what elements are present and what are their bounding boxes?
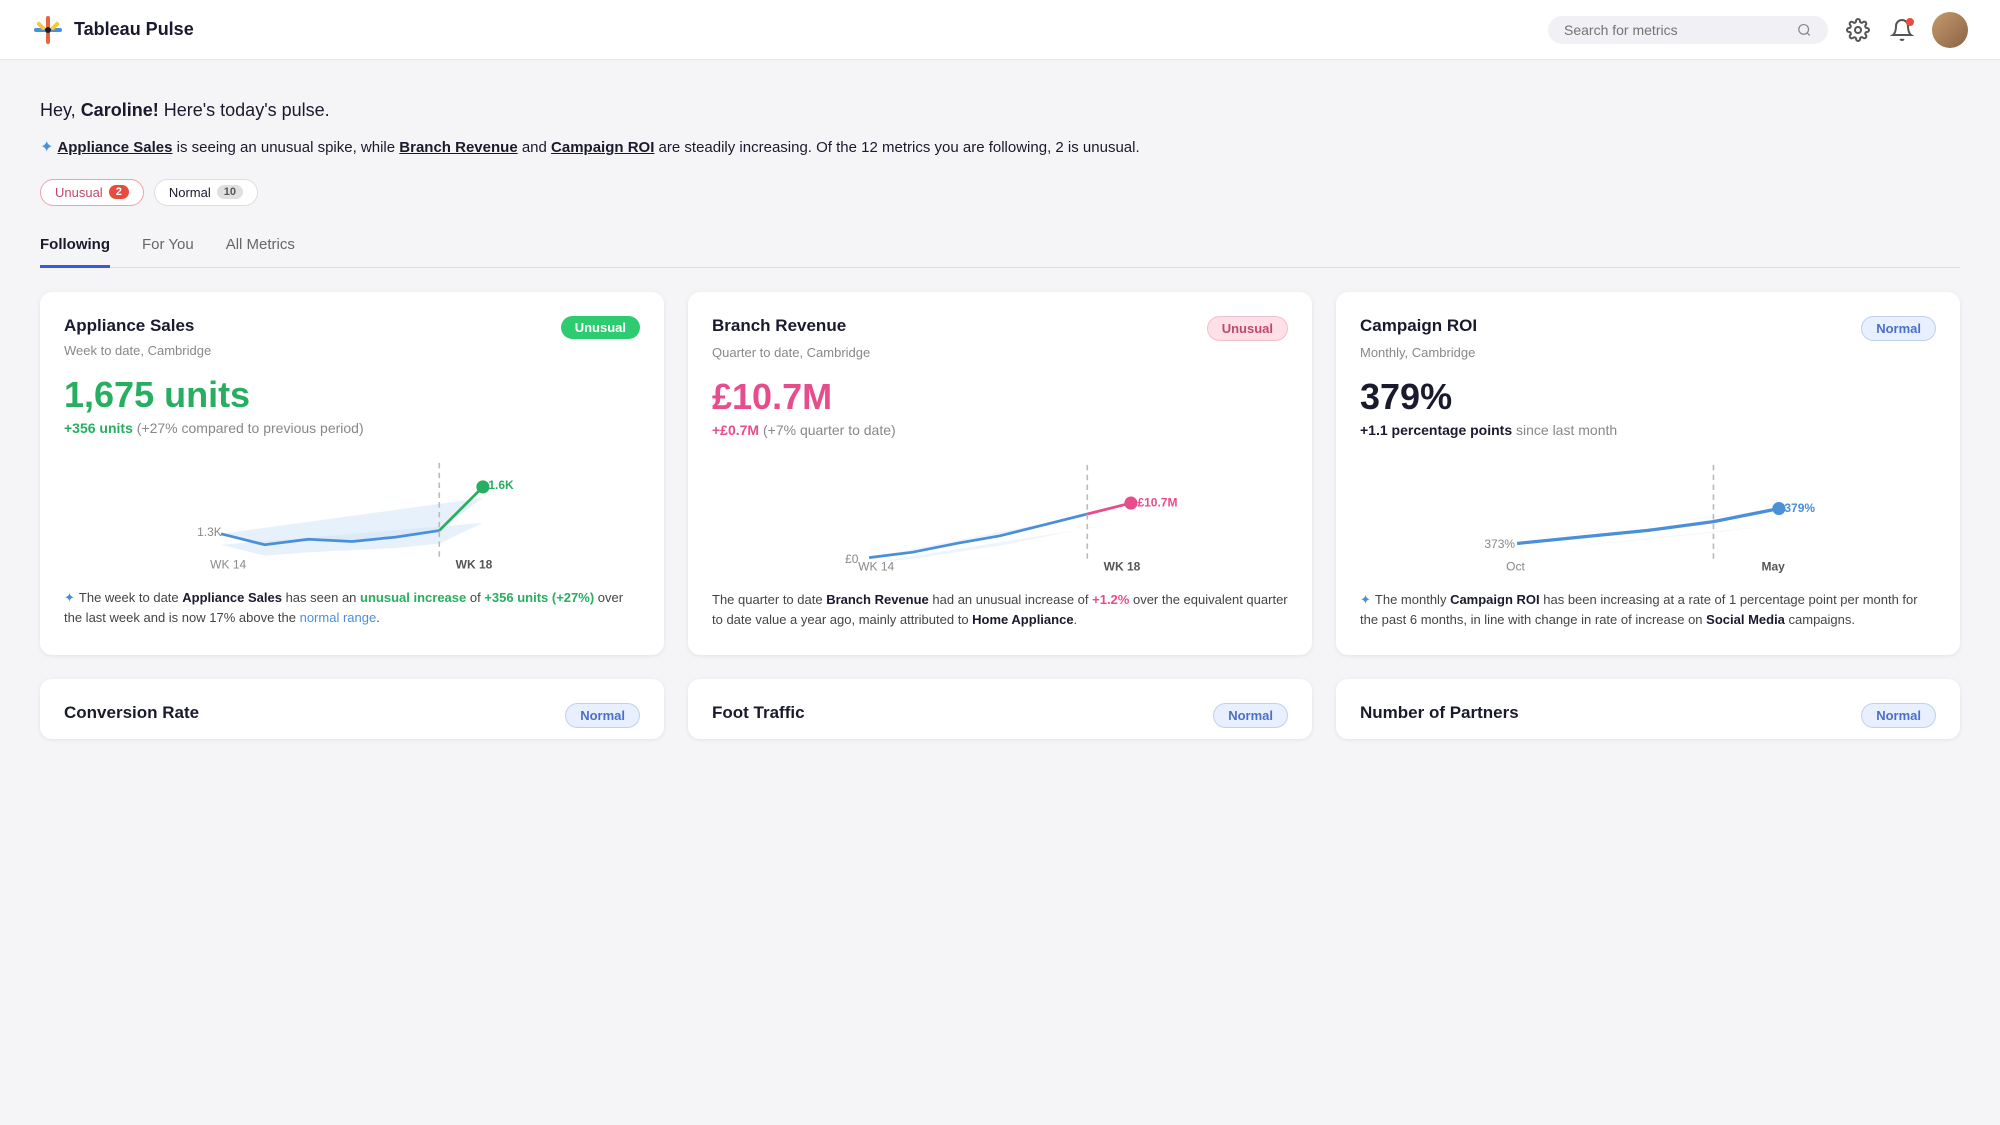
card-branch-title: Branch Revenue bbox=[712, 316, 846, 336]
svg-text:WK 18: WK 18 bbox=[456, 557, 493, 571]
greeting-prefix: Hey, bbox=[40, 100, 81, 120]
cards-grid: Appliance Sales Unusual Week to date, Ca… bbox=[40, 292, 1960, 656]
card-conversion-header: Conversion Rate Normal bbox=[64, 703, 640, 728]
card-foot-title: Foot Traffic bbox=[712, 703, 805, 723]
card-appliance-sales: Appliance Sales Unusual Week to date, Ca… bbox=[40, 292, 664, 656]
summary-text-and: and bbox=[518, 139, 551, 156]
campaign-chart-svg: Oct May 373% 379% bbox=[1360, 454, 1936, 574]
tabs: Following For You All Metrics bbox=[40, 236, 1960, 268]
card-partners-title: Number of Partners bbox=[1360, 703, 1519, 723]
svg-text:May: May bbox=[1761, 559, 1785, 573]
search-input[interactable] bbox=[1564, 22, 1789, 38]
card-campaign-subtitle: Monthly, Cambridge bbox=[1360, 345, 1936, 360]
filter-unusual-count: 2 bbox=[109, 185, 129, 199]
filter-normal[interactable]: Normal 10 bbox=[154, 179, 258, 206]
card-campaign-title: Campaign ROI bbox=[1360, 316, 1477, 336]
card-branch-revenue: Branch Revenue Unusual Quarter to date, … bbox=[688, 292, 1312, 656]
svg-text:1.3K: 1.3K bbox=[197, 525, 222, 539]
summary-link-appliance[interactable]: Appliance Sales bbox=[57, 139, 172, 156]
svg-text:£0: £0 bbox=[845, 552, 859, 566]
ai-icon: ✦ bbox=[40, 135, 53, 161]
settings-icon bbox=[1846, 18, 1870, 42]
card-campaign-roi: Campaign ROI Normal Monthly, Cambridge 3… bbox=[1336, 292, 1960, 656]
card-foot-traffic: Foot Traffic Normal bbox=[688, 679, 1312, 739]
card-campaign-chart: Oct May 373% 379% bbox=[1360, 454, 1936, 574]
card-campaign-value: 379% bbox=[1360, 376, 1936, 418]
filter-unusual-label: Unusual bbox=[55, 185, 103, 200]
svg-text:379%: 379% bbox=[1784, 500, 1815, 514]
card-foot-header: Foot Traffic Normal bbox=[712, 703, 1288, 728]
appliance-chart-svg: WK 14 WK 18 1.3K 1.6K bbox=[64, 452, 640, 572]
greeting-name: Caroline! bbox=[81, 100, 159, 120]
logo-area: Tableau Pulse bbox=[32, 14, 194, 46]
card-foot-badge: Normal bbox=[1213, 703, 1288, 728]
filter-normal-label: Normal bbox=[169, 185, 211, 200]
tab-for-you[interactable]: For You bbox=[142, 236, 194, 268]
card-conversion-title: Conversion Rate bbox=[64, 703, 199, 723]
insight-ai-icon-campaign: ✦ bbox=[1360, 592, 1371, 607]
greeting-suffix: Here's today's pulse. bbox=[159, 100, 330, 120]
greeting: Hey, Caroline! Here's today's pulse. bbox=[40, 100, 1960, 121]
avatar[interactable] bbox=[1932, 12, 1968, 48]
main-content: Hey, Caroline! Here's today's pulse. ✦Ap… bbox=[0, 60, 2000, 759]
search-icon bbox=[1797, 22, 1812, 38]
card-branch-subtitle: Quarter to date, Cambridge bbox=[712, 345, 1288, 360]
card-appliance-header: Appliance Sales Unusual bbox=[64, 316, 640, 339]
card-branch-badge: Unusual bbox=[1207, 316, 1288, 341]
svg-text:WK 14: WK 14 bbox=[858, 559, 894, 573]
tableau-logo bbox=[32, 14, 64, 46]
card-conversion-badge: Normal bbox=[565, 703, 640, 728]
svg-text:£10.7M: £10.7M bbox=[1137, 495, 1177, 509]
card-partners-header: Number of Partners Normal bbox=[1360, 703, 1936, 728]
summary-link-branch[interactable]: Branch Revenue bbox=[399, 139, 517, 156]
card-campaign-change: +1.1 percentage points since last month bbox=[1360, 422, 1936, 438]
card-appliance-title: Appliance Sales bbox=[64, 316, 194, 336]
card-appliance-insight: ✦The week to date Appliance Sales has se… bbox=[64, 588, 640, 630]
notification-dot bbox=[1906, 18, 1914, 26]
branch-chart-svg: WK 14 WK 18 £0 £10.7M bbox=[712, 454, 1288, 574]
card-campaign-badge: Normal bbox=[1861, 316, 1936, 341]
avatar-image bbox=[1932, 12, 1968, 48]
card-appliance-badge: Unusual bbox=[561, 316, 640, 339]
summary-text-after: are steadily increasing. Of the 12 metri… bbox=[654, 139, 1139, 156]
app-title: Tableau Pulse bbox=[74, 19, 194, 40]
card-appliance-value: 1,675 units bbox=[64, 374, 640, 416]
card-appliance-subtitle: Week to date, Cambridge bbox=[64, 343, 640, 358]
tab-following[interactable]: Following bbox=[40, 236, 110, 268]
card-branch-insight: The quarter to date Branch Revenue had a… bbox=[712, 590, 1288, 632]
summary-text-before: is seeing an unusual spike, while bbox=[172, 139, 399, 156]
header: Tableau Pulse bbox=[0, 0, 2000, 60]
insight-ai-icon: ✦ bbox=[64, 590, 75, 605]
card-branch-value: £10.7M bbox=[712, 376, 1288, 418]
card-branch-change: +£0.7M (+7% quarter to date) bbox=[712, 422, 1288, 438]
search-bar[interactable] bbox=[1548, 16, 1828, 44]
filter-normal-count: 10 bbox=[217, 185, 243, 199]
card-campaign-header: Campaign ROI Normal bbox=[1360, 316, 1936, 341]
settings-button[interactable] bbox=[1844, 16, 1872, 44]
card-partners: Number of Partners Normal bbox=[1336, 679, 1960, 739]
card-appliance-chart: WK 14 WK 18 1.3K 1.6K bbox=[64, 452, 640, 572]
card-branch-header: Branch Revenue Unusual bbox=[712, 316, 1288, 341]
header-actions bbox=[1548, 12, 1968, 48]
svg-text:WK 14: WK 14 bbox=[210, 557, 246, 571]
summary-text: ✦Appliance Sales is seeing an unusual sp… bbox=[40, 135, 1960, 161]
card-branch-chart: WK 14 WK 18 £0 £10.7M bbox=[712, 454, 1288, 574]
card-campaign-insight: ✦The monthly Campaign ROI has been incre… bbox=[1360, 590, 1936, 632]
card-appliance-change: +356 units (+27% compared to previous pe… bbox=[64, 420, 640, 436]
svg-text:373%: 373% bbox=[1484, 536, 1515, 550]
card-conversion-rate: Conversion Rate Normal bbox=[40, 679, 664, 739]
svg-text:WK 18: WK 18 bbox=[1104, 559, 1141, 573]
svg-text:Oct: Oct bbox=[1506, 559, 1525, 573]
notifications-button[interactable] bbox=[1888, 16, 1916, 44]
card-partners-badge: Normal bbox=[1861, 703, 1936, 728]
filter-unusual[interactable]: Unusual 2 bbox=[40, 179, 144, 206]
filter-row: Unusual 2 Normal 10 bbox=[40, 179, 1960, 206]
tab-all-metrics[interactable]: All Metrics bbox=[226, 236, 295, 268]
bottom-cards: Conversion Rate Normal Foot Traffic Norm… bbox=[40, 679, 1960, 759]
svg-text:1.6K: 1.6K bbox=[488, 478, 514, 492]
summary-link-campaign[interactable]: Campaign ROI bbox=[551, 139, 654, 156]
